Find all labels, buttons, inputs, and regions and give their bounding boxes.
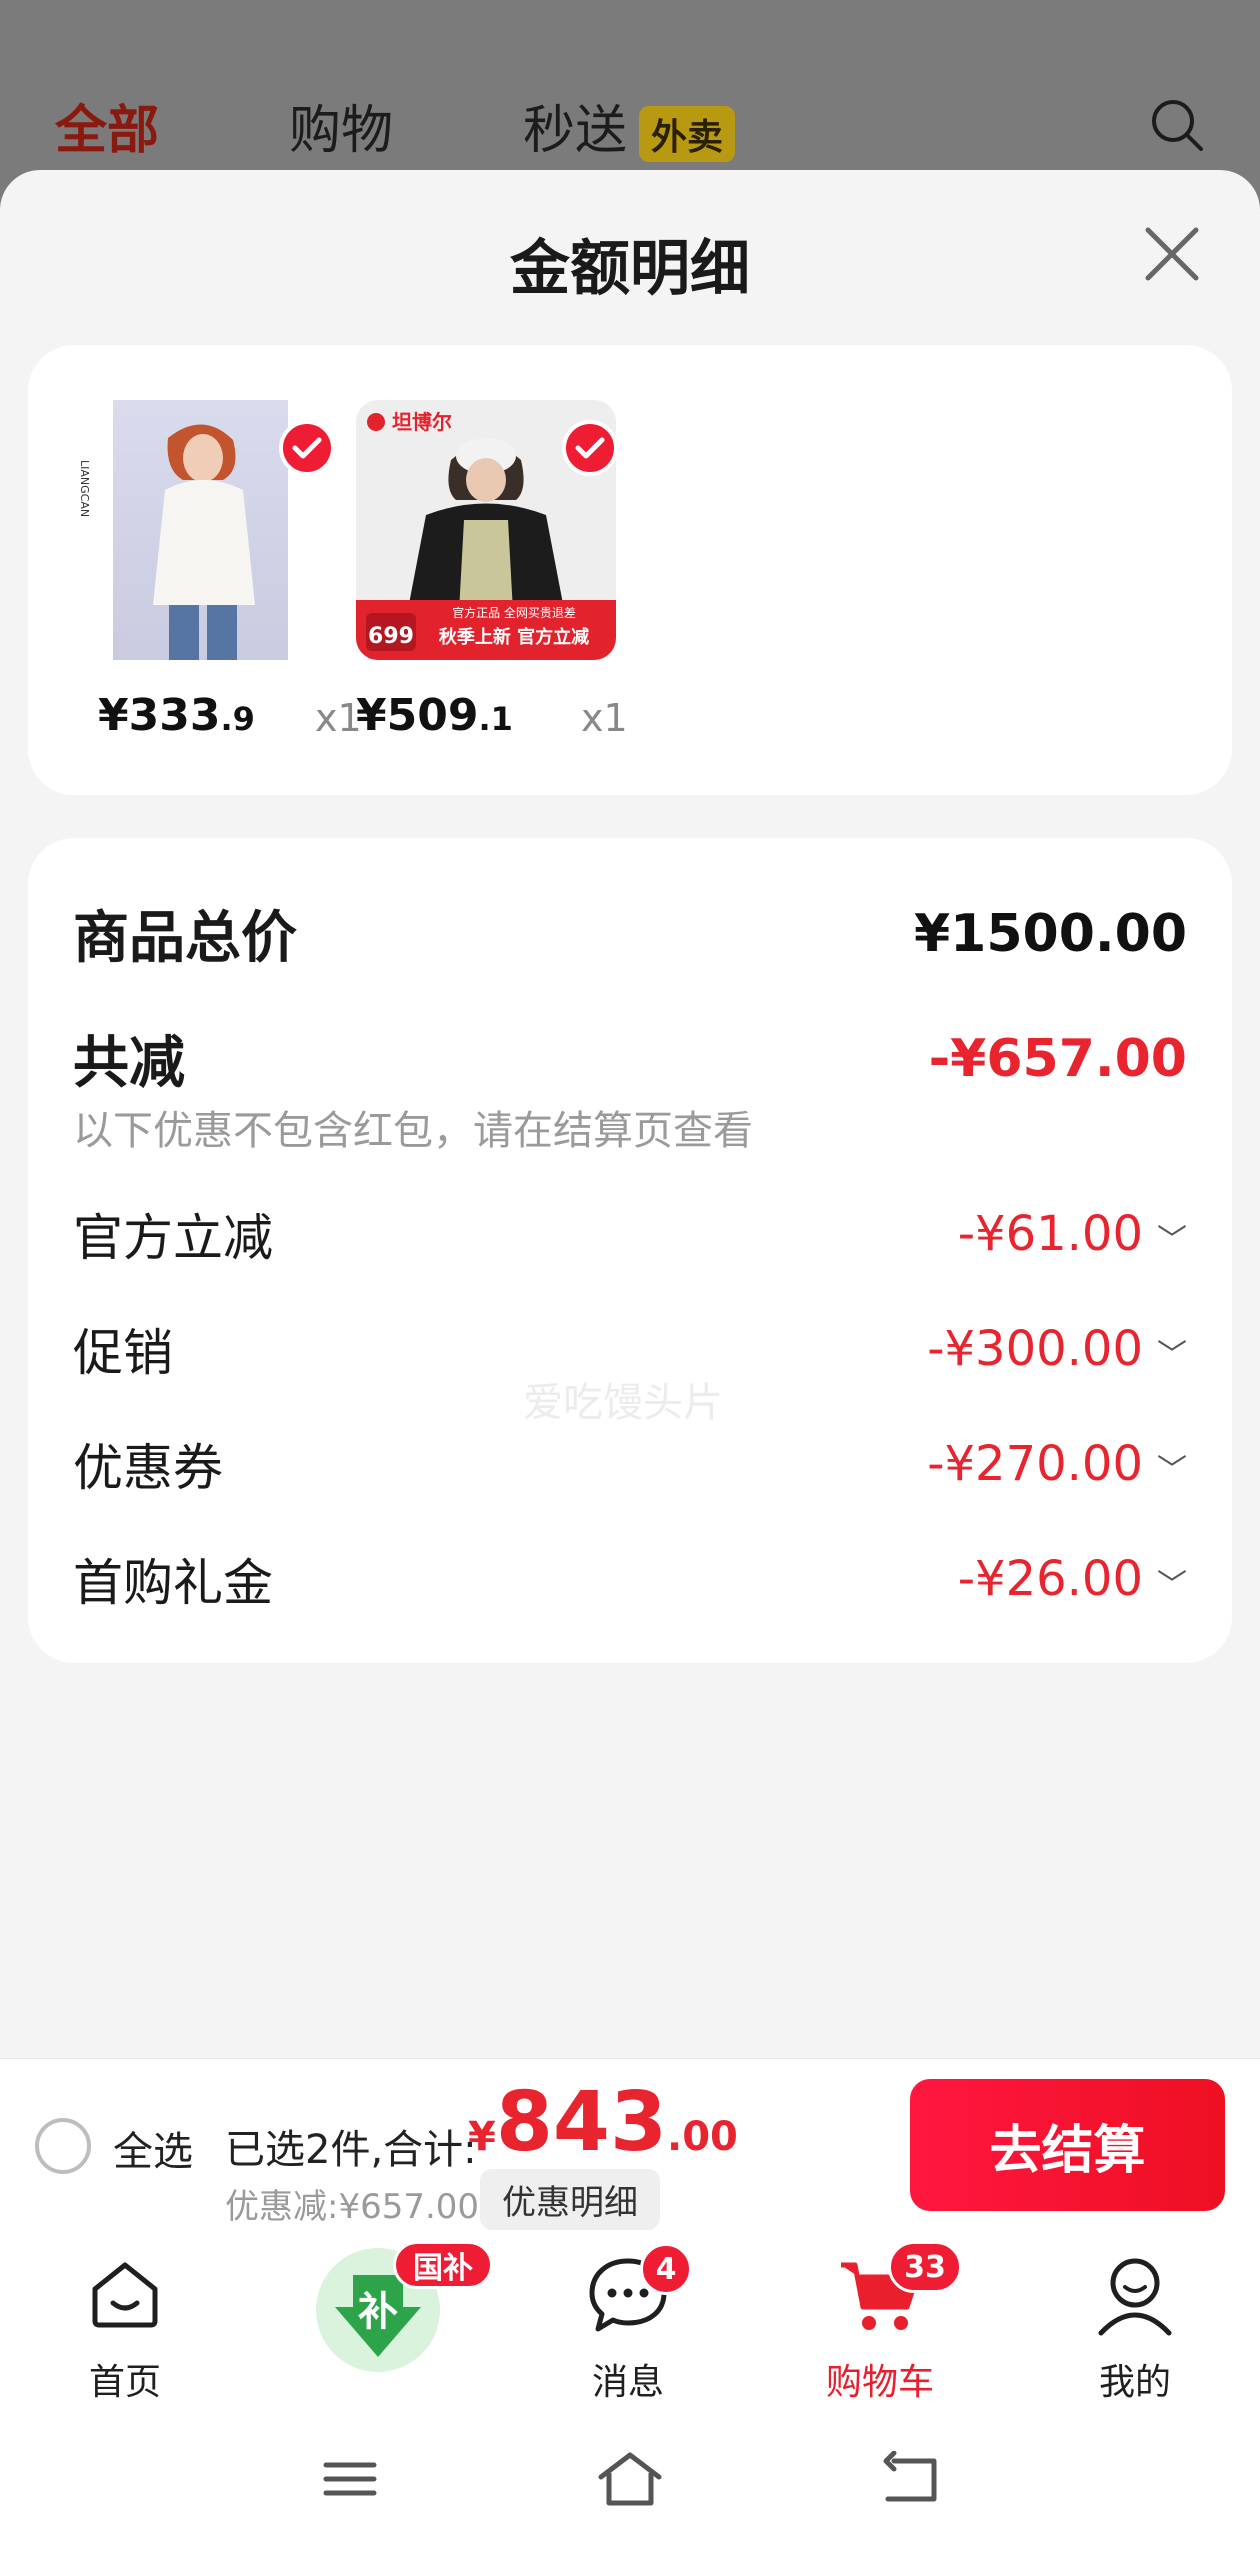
tab-delivery[interactable]: 秒送 外卖 xyxy=(523,88,736,163)
search-icon[interactable] xyxy=(1148,96,1206,154)
discount-label: 促销 xyxy=(73,1324,173,1382)
discount-value: -¥26.00 ﹀ xyxy=(958,1551,1187,1607)
discount-label: 官方立减 xyxy=(73,1209,273,1267)
promo-banner: 秋季上新 官方立减 xyxy=(439,626,589,648)
discount-amount: -¥26.00 xyxy=(957,1551,1143,1607)
tab-label: 购物车 xyxy=(825,2362,934,2403)
discount-row-promotion[interactable]: 促销 -¥300.00 ﹀ xyxy=(73,1313,1187,1385)
tab-profile[interactable]: 我的 xyxy=(1035,2233,1235,2423)
chevron-down-icon[interactable]: ﹀ xyxy=(1157,1223,1187,1258)
chevron-down-icon[interactable]: ﹀ xyxy=(1157,1453,1187,1488)
product-price: ¥509.1 xyxy=(356,690,513,741)
tab-label: 我的 xyxy=(1098,2362,1171,2403)
selection-summary: 已选2件,合计: xyxy=(225,2127,477,2173)
tab-delivery-label: 秒送 xyxy=(523,101,628,161)
checked-icon[interactable] xyxy=(562,420,618,476)
amount-detail-sheet: 金额明细 LIANGCAN ¥333.9 x1 699 秋季上新 官方立减 官方… xyxy=(0,170,1260,2060)
message-count-badge: 4 xyxy=(640,2243,692,2295)
chevron-down-icon[interactable]: ﹀ xyxy=(1157,1568,1187,1603)
checkout-bar: 全选 已选2件,合计: ¥843.00 优惠减:¥657.00 优惠明细 去结算 xyxy=(0,2058,1260,2233)
discount-detail-button[interactable]: 优惠明细 xyxy=(480,2169,660,2230)
price-decimal: .9 xyxy=(220,700,255,738)
discount-amount: -¥61.00 xyxy=(957,1206,1143,1262)
tab-subsidy[interactable]: 补 国补 xyxy=(278,2233,493,2423)
checkout-total: ¥843.00 xyxy=(468,2075,738,2170)
checked-icon[interactable] xyxy=(279,420,335,476)
discount-row-coupon[interactable]: 优惠券 -¥270.00 ﹀ xyxy=(73,1428,1187,1500)
redpacket-note: 以下优惠不包含红包，请在结算页查看 xyxy=(73,1108,753,1154)
chevron-down-icon[interactable]: ﹀ xyxy=(1157,1338,1187,1373)
currency-symbol: ¥ xyxy=(468,2114,496,2160)
tab-all[interactable]: 全部 xyxy=(55,88,159,181)
total-reduction-amount: -¥657.00 xyxy=(928,1028,1187,1089)
select-all-radio[interactable] xyxy=(35,2118,91,2174)
discount-row-first-purchase[interactable]: 首购礼金 -¥26.00 ﹀ xyxy=(73,1543,1187,1615)
price-tag-699: 699 xyxy=(368,624,414,649)
tab-label: 消息 xyxy=(591,2362,664,2403)
total-price-row: 商品总价 ¥1500.00 xyxy=(73,893,1187,974)
back-icon[interactable] xyxy=(880,2451,940,2507)
product-quantity: x1 xyxy=(581,696,628,740)
discount-summary: 优惠减:¥657.00 xyxy=(225,2187,480,2227)
product-quantity: x1 xyxy=(315,696,362,740)
total-integer: 843 xyxy=(495,2075,668,2170)
close-icon[interactable] xyxy=(1140,222,1204,286)
price-decimal: .1 xyxy=(478,700,513,738)
system-home-icon[interactable] xyxy=(597,2451,663,2507)
select-all-label[interactable]: 全选 xyxy=(113,2119,193,2177)
subsidy-badge: 国补 xyxy=(393,2241,493,2289)
product-price: ¥333.9 xyxy=(98,690,255,741)
subsidy-icon-text: 补 xyxy=(358,2289,398,2335)
total-reduction-row: 共减 -¥657.00 xyxy=(73,1018,1187,1099)
tab-label: 首页 xyxy=(88,2362,161,2403)
discount-amount: -¥300.00 xyxy=(927,1321,1143,1377)
top-tabs: 全部 购物 秒送 外卖 xyxy=(55,88,865,181)
total-reduction-label: 共减 xyxy=(73,1031,185,1096)
total-decimal: .00 xyxy=(667,2114,738,2160)
tab-shopping[interactable]: 购物 xyxy=(289,88,393,163)
sheet-title: 金额明细 xyxy=(510,234,750,304)
takeout-badge: 外卖 xyxy=(639,106,736,162)
discount-value: -¥300.00 ﹀ xyxy=(927,1321,1187,1377)
system-navigation-bar xyxy=(0,2423,1260,2557)
home-icon xyxy=(92,2262,158,2328)
discount-amount: -¥270.00 xyxy=(927,1436,1143,1492)
cart-count-badge: 33 xyxy=(888,2241,962,2293)
menu-icon[interactable] xyxy=(322,2451,378,2507)
tab-home[interactable]: 首页 xyxy=(25,2233,225,2423)
promo-tag-small: 官方正品 全网买贵退差 xyxy=(452,605,576,620)
discount-value: -¥61.00 ﹀ xyxy=(958,1206,1187,1262)
profile-icon xyxy=(1098,2258,1172,2336)
price-main: ¥509 xyxy=(356,690,479,741)
price-main: ¥333 xyxy=(98,690,221,741)
tab-cart[interactable]: 33 购物车 xyxy=(780,2233,980,2423)
discount-row-official[interactable]: 官方立减 -¥61.00 ﹀ xyxy=(73,1198,1187,1270)
price-breakdown-card: 商品总价 ¥1500.00 共减 -¥657.00 以下优惠不包含红包，请在结算… xyxy=(28,838,1232,1663)
total-price-amount: ¥1500.00 xyxy=(913,903,1187,964)
brand-logo-text: 坦博尔 xyxy=(392,410,452,434)
checkout-button[interactable]: 去结算 xyxy=(910,2079,1225,2211)
svg-text:LIANGCAN: LIANGCAN xyxy=(78,460,91,517)
tab-messages[interactable]: 4 消息 xyxy=(528,2233,728,2423)
total-price-label: 商品总价 xyxy=(73,906,297,971)
discount-label: 优惠券 xyxy=(73,1439,223,1497)
discount-value: -¥270.00 ﹀ xyxy=(927,1436,1187,1492)
discount-label: 首购礼金 xyxy=(73,1554,273,1612)
bottom-tab-bar: 首页 补 国补 4 消息 33 购物车 我的 xyxy=(0,2233,1260,2423)
selected-products-card: LIANGCAN ¥333.9 x1 699 秋季上新 官方立减 官方正品 全网… xyxy=(28,345,1232,795)
